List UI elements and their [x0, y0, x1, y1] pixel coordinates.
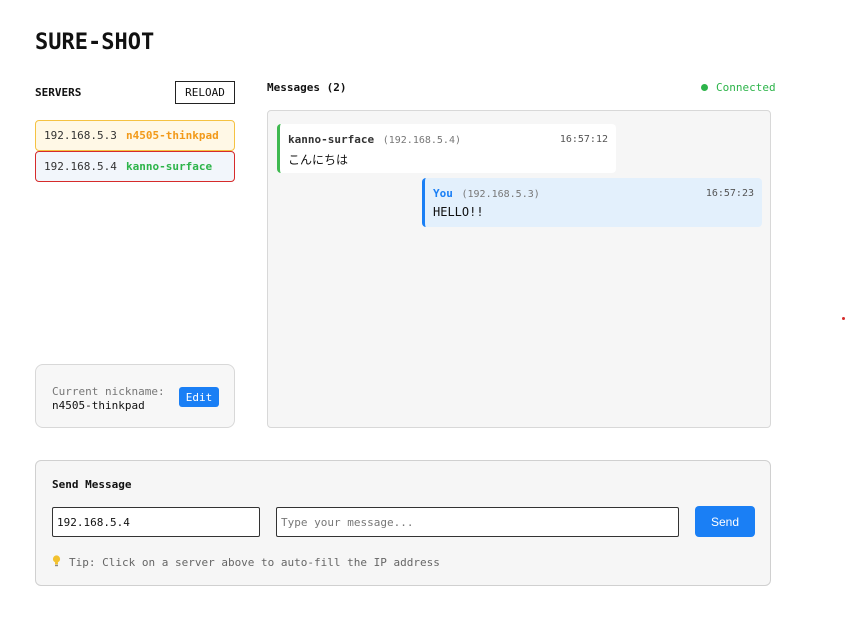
- server-item-n4505-thinkpad[interactable]: 192.168.5.3 n4505-thinkpad: [35, 120, 235, 151]
- message-sender-ip: (192.168.5.3): [461, 189, 540, 200]
- status-dot-icon: [701, 84, 708, 91]
- nickname-panel: Current nickname: n4505-thinkpad Edit: [35, 364, 235, 428]
- nickname-value: n4505-thinkpad: [52, 399, 145, 412]
- servers-title: SERVERS: [35, 86, 82, 99]
- cursor-dot: [842, 317, 845, 320]
- message-sender-line: kanno-surface (192.168.5.4): [288, 133, 461, 146]
- edit-nickname-button[interactable]: Edit: [179, 387, 219, 407]
- servers-header: SERVERS RELOAD: [35, 81, 235, 104]
- lightbulb-icon: [52, 555, 61, 570]
- send-title: Send Message: [52, 478, 132, 491]
- message-time: 16:57:23: [705, 188, 754, 199]
- message-input[interactable]: [276, 507, 679, 537]
- server-item-kanno-surface[interactable]: 192.168.5.4 kanno-surface: [35, 151, 235, 182]
- reload-button[interactable]: RELOAD: [175, 81, 235, 104]
- server-ip: 192.168.5.3: [44, 129, 117, 142]
- app-title: SURE-SHOT: [35, 30, 155, 55]
- send-button[interactable]: Send: [695, 506, 755, 537]
- message-item: You (192.168.5.3) 16:57:23 HELLO!!: [422, 178, 762, 227]
- target-ip-input[interactable]: [52, 507, 260, 537]
- nickname-label: Current nickname:: [52, 385, 165, 398]
- message-text: こんにちは: [288, 153, 349, 167]
- connection-status: Connected: [701, 81, 776, 94]
- messages-list[interactable]: kanno-surface (192.168.5.4) 16:57:12 こんに…: [267, 110, 771, 428]
- message-item: kanno-surface (192.168.5.4) 16:57:12 こんに…: [277, 124, 616, 173]
- status-text: Connected: [716, 81, 776, 94]
- server-name: n4505-thinkpad: [126, 129, 219, 142]
- message-sender-line: You (192.168.5.3): [433, 187, 540, 200]
- tip-text: Tip: Click on a server above to auto-fil…: [69, 556, 440, 569]
- message-sender: You: [433, 187, 453, 200]
- message-sender: kanno-surface: [288, 133, 375, 146]
- tip: Tip: Click on a server above to auto-fil…: [52, 555, 440, 570]
- server-ip: 192.168.5.4: [44, 160, 117, 173]
- message-sender-ip: (192.168.5.4): [382, 135, 461, 146]
- send-message-panel: Send Message Send Tip: Click on a server…: [35, 460, 771, 586]
- message-text: HELLO!!: [433, 205, 484, 219]
- messages-title: Messages (2): [267, 81, 347, 94]
- server-name: kanno-surface: [126, 160, 213, 173]
- message-time: 16:57:12: [559, 134, 608, 145]
